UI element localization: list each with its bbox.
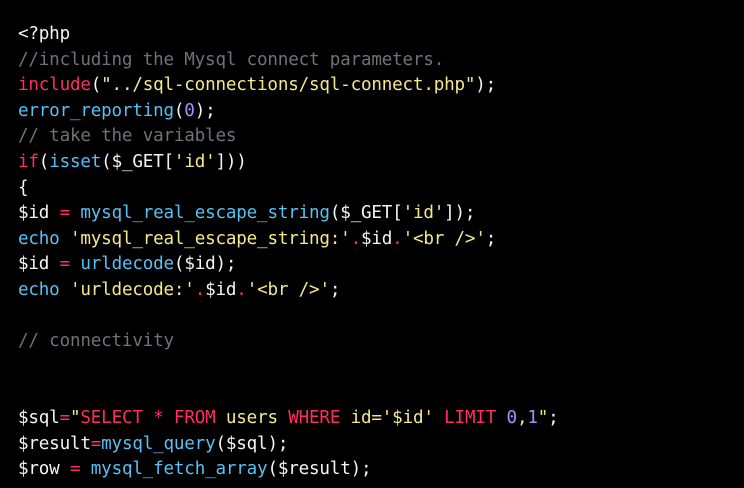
code-token-keyword: = <box>59 407 71 428</box>
code-token-plain: ; <box>485 228 497 249</box>
code-token-func: mysql_fetch_array <box>90 459 268 480</box>
code-line: ​ <box>18 304 559 330</box>
code-token-keyword: if <box>18 151 39 172</box>
code-token-plain: $id <box>18 254 60 275</box>
code-token-keyword: SELECT * FROM <box>80 407 216 428</box>
code-token-plain: ])) <box>215 151 247 172</box>
code-token-plain: $sql <box>18 407 60 428</box>
code-token-string: 'urldecode:' <box>69 279 195 300</box>
code-line: // connectivity <box>18 329 559 355</box>
code-token-func: mysql_query <box>101 433 216 454</box>
code-token-plain: ( <box>38 151 50 172</box>
code-line: //including the Mysql connect parameters… <box>18 48 559 74</box>
code-token-plain: ( <box>90 75 102 96</box>
code-token-func: urldecode <box>80 254 174 275</box>
code-token-plain: ($id); <box>173 254 237 275</box>
code-token-string: users <box>215 407 289 428</box>
code-line: ​ <box>18 380 559 406</box>
code-line: ​ <box>18 355 559 381</box>
code-token-plain: $id <box>360 228 393 249</box>
code-line: include("../sql-connections/sql-connect.… <box>18 73 559 99</box>
code-editor[interactable]: <?php //including the Mysql connect param… <box>0 0 744 488</box>
code-token-keyword: = <box>69 459 81 480</box>
code-line: $id = urldecode($id); <box>18 252 559 278</box>
code-line: // take the variables <box>18 124 559 150</box>
code-token-plain: ($sql); <box>215 433 289 454</box>
code-token-plain: $id <box>18 203 60 224</box>
code-token-string: , <box>516 407 528 428</box>
code-token-comment: // connectivity <box>18 331 174 352</box>
code-token-number: 0 <box>184 100 195 121</box>
code-token-plain: { <box>18 177 29 198</box>
code-token-plain: ($result); <box>267 459 372 480</box>
code-token-keyword: . <box>236 279 247 300</box>
code-token-plain: ]); <box>444 203 476 224</box>
code-token-func: isset <box>49 151 102 172</box>
code-token-string: 'id' <box>402 203 445 224</box>
code-token-plain: ; <box>548 407 559 428</box>
code-token-keyword: = <box>59 254 71 275</box>
code-line: echo 'urldecode:'.$id.'<br />'; <box>18 278 559 304</box>
code-token-string: id='$id' <box>340 407 445 428</box>
code-token-plain: ($_GET[ <box>101 151 174 172</box>
code-token-string: 'id' <box>173 151 216 172</box>
code-token-string: "../sql-connections/sql-connect.php" <box>101 75 476 96</box>
code-token-plain: $row <box>18 459 70 480</box>
code-line: $row = mysql_fetch_array($result); <box>18 457 559 483</box>
code-line: error_reporting(0); <box>18 99 559 125</box>
code-token-string <box>496 408 506 428</box>
code-token-func: echo <box>18 279 60 300</box>
code-token-string: '<br />' <box>402 228 486 249</box>
code-token-keyword: = <box>59 203 71 224</box>
code-line: <?php <box>18 22 559 48</box>
code-token-keyword: WHERE <box>288 407 341 428</box>
code-line: echo 'mysql_real_escape_string:'.$id.'<b… <box>18 227 559 253</box>
code-token-func: mysql_real_escape_string <box>80 203 330 224</box>
code-token-plain: ); <box>475 75 497 96</box>
code-token-string: " <box>69 407 81 428</box>
code-line: $result=mysql_query($sql); <box>18 432 559 458</box>
code-token-plain: $id <box>205 279 237 300</box>
code-token-keyword: . <box>392 228 403 249</box>
code-token-keyword: include <box>18 75 91 96</box>
code-token-comment: //including the Mysql connect parameters… <box>18 49 445 70</box>
code-line: $id = mysql_real_escape_string($_GET['id… <box>18 201 559 227</box>
code-token-func: error_reporting <box>18 100 174 121</box>
code-line: if(isset($_GET['id'])) <box>18 150 559 176</box>
code-token-string: 'mysql_real_escape_string:' <box>69 228 351 249</box>
code-token-plain: ( <box>173 100 185 121</box>
code-token-keyword: = <box>90 433 102 454</box>
code-token-string: " <box>537 407 549 428</box>
code-line: { <box>18 176 559 202</box>
code-token-keyword: . <box>350 228 362 249</box>
code-token-plain: ; <box>329 279 341 300</box>
code-token-number: 0 <box>506 407 518 428</box>
code-token-plain: ($_GET[ <box>329 203 403 224</box>
code-token-keyword: LIMIT <box>444 407 497 428</box>
code-token-comment: // take the variables <box>18 126 237 147</box>
code-token-plain: $result <box>18 433 91 454</box>
code-token-number: 1 <box>527 407 538 428</box>
code-token-string: '<br />' <box>246 279 330 300</box>
code-token-plain: ); <box>194 100 216 121</box>
code-line: $sql="SELECT * FROM users WHERE id='$id'… <box>18 406 559 432</box>
code-text-area[interactable]: <?php //including the Mysql connect param… <box>18 22 559 483</box>
code-token-func: echo <box>18 228 60 249</box>
code-token-plain: <?php <box>18 24 70 44</box>
code-token-keyword: . <box>194 279 206 300</box>
